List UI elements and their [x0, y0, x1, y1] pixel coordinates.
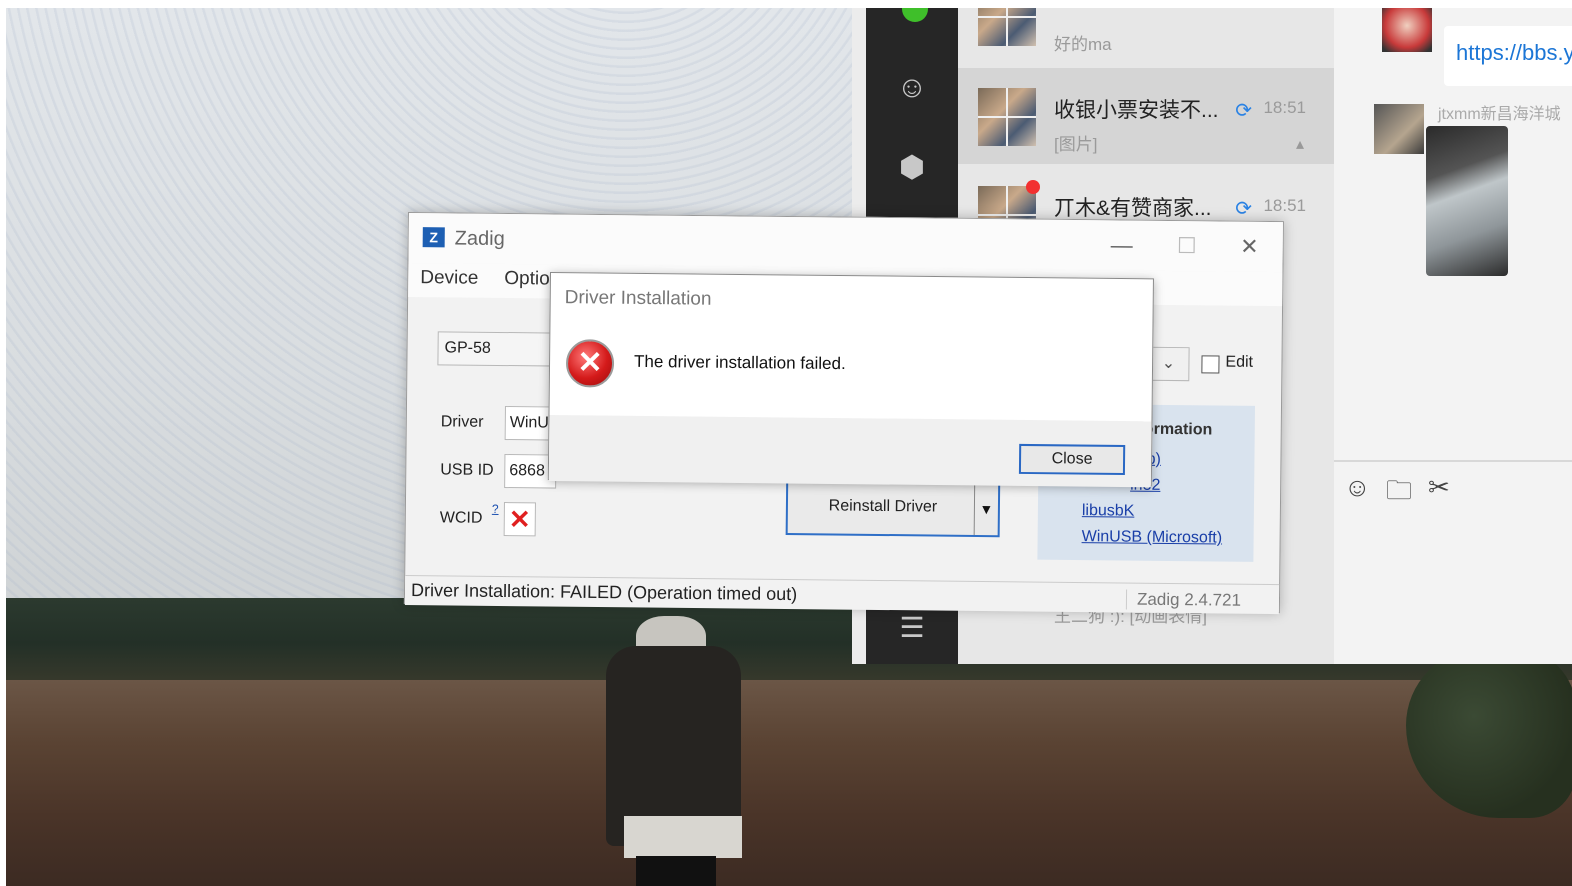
link-libusbk[interactable]: libusbK: [1082, 502, 1135, 521]
sync-icon: ⟳: [1235, 100, 1252, 122]
version-text: Zadig 2.4.721: [1125, 589, 1242, 611]
edit-label: Edit: [1225, 353, 1254, 371]
pin-icon: ▴: [1295, 136, 1304, 153]
chat-name: 收银小票安装不...: [1054, 99, 1219, 122]
title-bar: Z Zadig — ☐ ✕: [408, 213, 1283, 273]
unread-dot: [1026, 180, 1040, 194]
emoji-icon[interactable]: ☺: [1344, 472, 1371, 503]
driver-label: Driver: [440, 413, 484, 431]
chat-preview: [图片]: [1054, 135, 1098, 154]
link-winusb[interactable]: WinUSB (Microsoft): [1082, 528, 1223, 547]
error-icon: ✕: [565, 339, 615, 388]
reinstall-driver-label: Reinstall Driver: [828, 497, 938, 516]
wallpaper-heath: [6, 680, 1572, 886]
chevron-down-icon[interactable]: ⌄: [1147, 346, 1190, 382]
window-title: Zadig: [454, 227, 505, 251]
minimize-button[interactable]: —: [1111, 232, 1133, 258]
maximize-button[interactable]: ☐: [1177, 233, 1197, 259]
wcid-status-icon: ✕: [503, 502, 536, 537]
chat-item[interactable]: 收银小票安装不... ⟳ 18:51 [图片] ▴: [958, 68, 1334, 164]
reinstall-driver-button[interactable]: Reinstall Driver ▼: [785, 478, 1001, 538]
status-dot: [902, 8, 928, 22]
dialog-message: The driver installation failed.: [633, 351, 846, 374]
person-legs: [636, 856, 716, 886]
scissors-icon[interactable]: ✂: [1428, 472, 1450, 503]
chat-item[interactable]: 好的ma: [958, 8, 1334, 64]
avatar: [1382, 8, 1432, 52]
menu-options[interactable]: Options: [504, 268, 552, 291]
device-edit-area: ⌄ Edit: [1147, 346, 1267, 384]
folder-icon[interactable]: 🗀: [1386, 472, 1412, 516]
zadig-logo-icon: Z: [422, 227, 445, 248]
status-text: Driver Installation: FAILED (Operation t…: [410, 580, 798, 605]
chat-name: 丌木&有赞商家...: [1054, 197, 1212, 220]
menu-device[interactable]: Device: [420, 267, 478, 290]
driver-installation-dialog: Driver Installation ✕ The driver install…: [547, 272, 1154, 488]
chat-panel: https://bbs.y jtxmm新昌海洋城 ☺ 🗀 ✂: [1334, 8, 1572, 664]
dropdown-arrow-icon[interactable]: ▼: [973, 482, 999, 536]
avatar: [978, 8, 1036, 46]
usbid-label: USB ID: [440, 461, 494, 479]
box-icon[interactable]: ⬢: [892, 148, 932, 188]
device-select[interactable]: GP-58: [437, 331, 558, 367]
close-button[interactable]: Close: [1018, 443, 1126, 476]
chat-time: 18:51: [1263, 196, 1306, 215]
chat-time: 18:51: [1263, 98, 1306, 117]
wcid-help-link[interactable]: ?: [492, 502, 499, 516]
chat-preview: 好的ma: [1054, 35, 1112, 54]
edit-checkbox[interactable]: [1201, 355, 1220, 374]
dialog-footer: Close: [548, 415, 1152, 488]
person-shirt: [624, 816, 742, 858]
dialog-title: Driver Installation: [564, 287, 712, 310]
wallpaper-person: [606, 616, 746, 886]
sender-name: jtxmm新昌海洋城: [1438, 106, 1561, 123]
avatar: [1374, 104, 1424, 154]
link-message[interactable]: https://bbs.y: [1444, 26, 1572, 86]
chat-toolbar-divider: [1334, 460, 1572, 462]
menu-icon[interactable]: ☰: [892, 608, 932, 648]
close-window-button[interactable]: ✕: [1240, 234, 1259, 260]
wcid-label: WCID: [439, 509, 483, 527]
sync-icon: ⟳: [1235, 198, 1252, 220]
avatar: [978, 88, 1036, 146]
image-message[interactable]: [1426, 126, 1508, 276]
contacts-icon[interactable]: ☺: [892, 68, 932, 108]
